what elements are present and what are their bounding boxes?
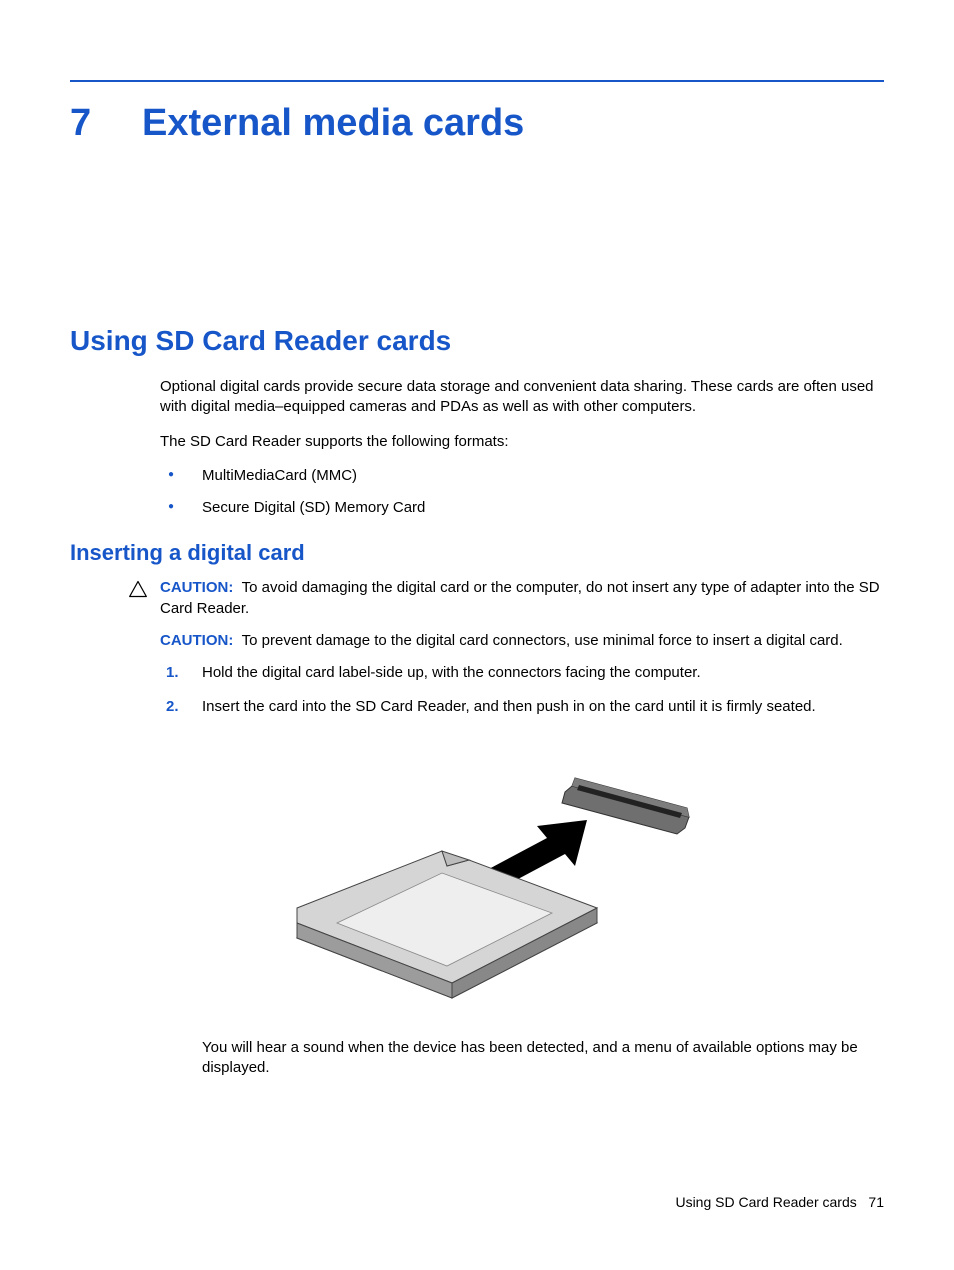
format-bullet-list: MultiMediaCard (MMC) Secure Digital (SD)… <box>160 466 884 519</box>
footer-section-text: Using SD Card Reader cards <box>675 1194 856 1210</box>
chapter-header: 7 External media cards <box>70 102 884 145</box>
caution-text: To avoid damaging the digital card or th… <box>160 579 880 616</box>
caution-label: CAUTION: <box>160 579 233 596</box>
chapter-title: External media cards <box>142 102 524 145</box>
caution-triangle-icon <box>128 579 150 604</box>
caution-content: CAUTION: To avoid damaging the digital c… <box>160 578 884 619</box>
caution-block: CAUTION: To avoid damaging the digital c… <box>128 578 884 619</box>
chapter-number: 7 <box>70 102 142 145</box>
sd-card-insertion-illustration <box>237 748 717 1008</box>
step-list: Hold the digital card label-side up, wit… <box>160 663 884 718</box>
list-item: Hold the digital card label-side up, wit… <box>160 663 884 683</box>
list-item: MultiMediaCard (MMC) <box>160 466 884 486</box>
chapter-top-rule <box>70 80 884 82</box>
page-footer: Using SD Card Reader cards 71 <box>675 1194 884 1210</box>
subsection-title: Inserting a digital card <box>70 540 884 566</box>
list-item: Insert the card into the SD Card Reader,… <box>160 697 884 717</box>
list-item: Secure Digital (SD) Memory Card <box>160 498 884 518</box>
caution-block-2: CAUTION: To prevent damage to the digita… <box>160 631 884 651</box>
post-image-text: You will hear a sound when the device ha… <box>202 1038 874 1079</box>
caution-label: CAUTION: <box>160 632 233 649</box>
footer-page-number: 71 <box>868 1194 884 1210</box>
section-intro: Optional digital cards provide secure da… <box>160 377 884 418</box>
supports-intro: The SD Card Reader supports the followin… <box>160 432 884 452</box>
caution-text: To prevent damage to the digital card co… <box>242 632 843 649</box>
section-title: Using SD Card Reader cards <box>70 325 884 357</box>
